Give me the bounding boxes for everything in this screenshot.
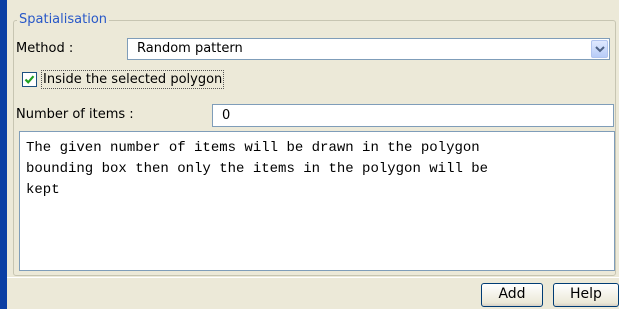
window-left-bar [0,0,7,309]
chevron-down-icon [595,46,605,53]
inside-polygon-label[interactable]: Inside the selected polygon [41,70,225,89]
items-input[interactable]: 0 [212,104,614,127]
spatialisation-legend: Spatialisation [17,12,110,28]
items-label: Number of items : [16,107,134,122]
help-button[interactable]: Help [553,283,619,307]
description-textarea[interactable]: The given number of items will be drawn … [19,131,615,271]
inside-polygon-checkbox[interactable] [22,72,37,87]
method-dropdown-button[interactable] [591,40,608,58]
checkmark-icon [24,75,35,84]
items-value: 0 [222,108,231,123]
add-button[interactable]: Add [481,283,543,307]
footer-divider [7,277,619,278]
method-value: Random pattern [137,41,243,56]
method-label: Method : [16,41,74,56]
method-select[interactable]: Random pattern [127,38,610,60]
